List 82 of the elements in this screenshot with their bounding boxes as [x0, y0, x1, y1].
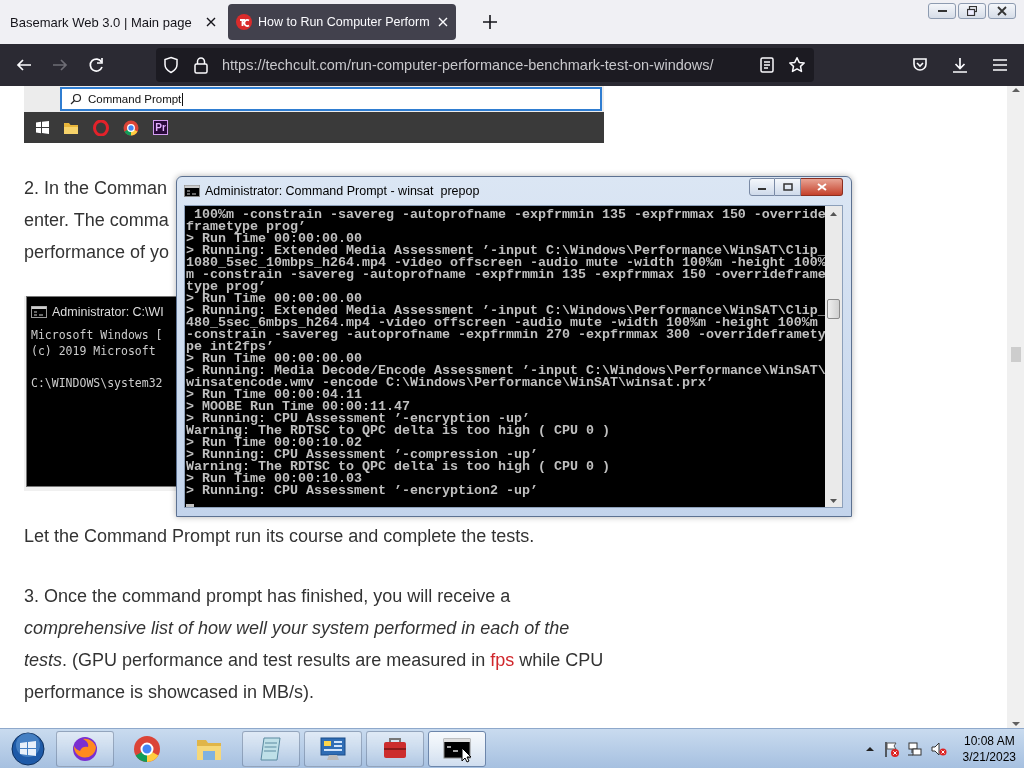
console-line: > MOOBE Run Time 00:00:11.47 [186, 401, 410, 413]
console-line: > Running: CPU Assessment ’-encryption -up’ [186, 413, 531, 425]
lock-icon[interactable] [192, 56, 210, 74]
browser-tab[interactable]: How to Run Computer Perform [228, 4, 456, 40]
taskbar-button[interactable] [366, 730, 424, 767]
menu-icon [991, 56, 1009, 74]
paragraph-line: enter. The comma [24, 209, 169, 232]
chrome-icon [132, 733, 162, 764]
console-line: > Running: Extended Media Assessment ’-input C:\Windows\Performance\WinSAT\Clip_ [186, 305, 825, 317]
close-button[interactable] [988, 3, 1016, 19]
minimize-button[interactable] [749, 178, 775, 196]
network-icon[interactable] [906, 740, 923, 757]
console-line: Warning: The RDTSC to QPC delta is too high ( CPU 0 ) [186, 425, 611, 437]
console-line: 480_5sec_6mbps_h264.mp4 -video offscreen -audio mute -width 100%m -height 100%m [186, 317, 818, 329]
scrollbar[interactable] [825, 206, 842, 507]
link[interactable]: fps [490, 650, 515, 670]
scrollbar-thumb[interactable] [1010, 347, 1021, 362]
reload-icon [87, 56, 105, 74]
pocket-icon [911, 56, 929, 74]
browser-tab[interactable]: Basemark Web 3.0 | Main page [0, 4, 226, 40]
address-bar[interactable]: https://techcult.com/run-computer-performance-benchmark-test-on-windows/ [156, 48, 814, 82]
opera-icon [93, 119, 109, 136]
console-line: (c) 2019 Microsoft [31, 343, 157, 359]
new-tab-icon[interactable] [481, 14, 498, 30]
clock[interactable]: 10:08 AM 3/21/2023 [962, 732, 1016, 765]
console-line: Microsoft Windows [ [31, 327, 164, 343]
maximize-icon [780, 182, 795, 192]
console-line: -constrain -savereg -autoprofname -expfrmmin 270 -expfrmmax 300 -overrideframety [186, 329, 825, 341]
console-line: > Running: CPU Assessment ’-compression -up’ [186, 449, 539, 461]
start-button[interactable] [10, 730, 46, 767]
paragraph-line: 2. In the Comman [24, 177, 168, 200]
download-icon [951, 56, 969, 74]
minimize-button[interactable] [928, 3, 956, 19]
restore-icon [967, 6, 977, 16]
console-line: > Run Time 00:00:10.03 [186, 473, 362, 485]
scroll-down-icon[interactable] [829, 498, 838, 504]
window-title: Administrator: Command Prompt - winsat prepop [205, 184, 480, 198]
console-line: type prog’ [186, 281, 267, 293]
windows-logo-icon [36, 121, 49, 134]
console-icon [184, 185, 200, 197]
paragraph: 3. Once the command prompt has finished, you will receive a comprehensive list of how well your system performed in each of the tests. (GPU performance and test results are measured in fps while CPU performance is showcased in MB/s). [24, 585, 604, 704]
scrollbar[interactable] [1007, 86, 1024, 728]
paragraph: Let the Command Prompt run its course and complete the tests. [24, 525, 536, 548]
close-icon [997, 6, 1007, 16]
console-line: > Run Time 00:00:00.00 [186, 293, 362, 305]
chrome-icon [123, 119, 139, 136]
console-line: > Run Time 00:00:04.11 [186, 389, 362, 401]
console-line: 1080_5sec_10mbps_h264.mp4 -video offscreen -audio mute -width 100%m -height 100% [186, 257, 825, 269]
console-line: > Running: Extended Media Assessment ’-input C:\Windows\Performance\WinSAT\Clip_ [186, 245, 825, 257]
minimize-icon [937, 10, 947, 12]
restore-button[interactable] [958, 3, 986, 19]
show-hidden-icons-icon[interactable] [864, 744, 875, 753]
console-line: winsatencode.wmv -encode C:\Windows\Performance\WinSAT\winsat.prx’ [186, 377, 715, 389]
console-line: > Running: CPU Assessment ’-encryption2 -up’ [186, 485, 539, 497]
console-line: > Run Time 00:00:10.02 [186, 437, 362, 449]
premiere-icon: Pr [153, 120, 168, 135]
reader-view-icon[interactable] [758, 56, 776, 74]
shield-icon[interactable] [162, 56, 180, 74]
console-line: m -constrain -savereg -autoprofname -expfrmmin 135 -expfrmmax 150 -overrideframe [186, 269, 825, 281]
console-line: > Run Time 00:00:00.00 [186, 233, 362, 245]
console-line: pe int2fps’ [186, 341, 274, 353]
site-logo-icon [236, 14, 252, 30]
console-line: > Run Time 00:00:00.00 [186, 353, 362, 365]
window-title: Administrator: C:\WI [52, 304, 164, 320]
console-line: Warning: The RDTSC to QPC delta is too high ( CPU 0 ) [186, 461, 611, 473]
action-center-icon[interactable] [882, 740, 899, 757]
speaker-muted-icon[interactable] [930, 740, 947, 757]
maximize-button[interactable] [775, 178, 801, 196]
taskbar-button[interactable] [428, 730, 486, 767]
text-cursor [186, 504, 194, 507]
bookmark-star-icon[interactable] [788, 56, 806, 74]
console-line: > Running: Media Decode/Encode Assessment ’-input C:\Windows\Performance\WinSAT\ [186, 365, 825, 377]
paragraph-line: performance of yo [24, 241, 170, 264]
scrollbar-thumb[interactable] [827, 299, 840, 319]
close-button[interactable] [801, 178, 843, 196]
scroll-up-icon[interactable] [829, 211, 838, 217]
console-line: frametype prog’ [186, 221, 306, 233]
console-icon [31, 306, 47, 318]
console-line: C:\WINDOWS\system32 [31, 375, 164, 391]
close-icon[interactable] [204, 15, 218, 29]
console-line: 100%m -constrain -savereg -autoprofname -expfrmmin 135 -expfrmmax 150 -override [194, 209, 825, 221]
search-icon [70, 93, 82, 105]
